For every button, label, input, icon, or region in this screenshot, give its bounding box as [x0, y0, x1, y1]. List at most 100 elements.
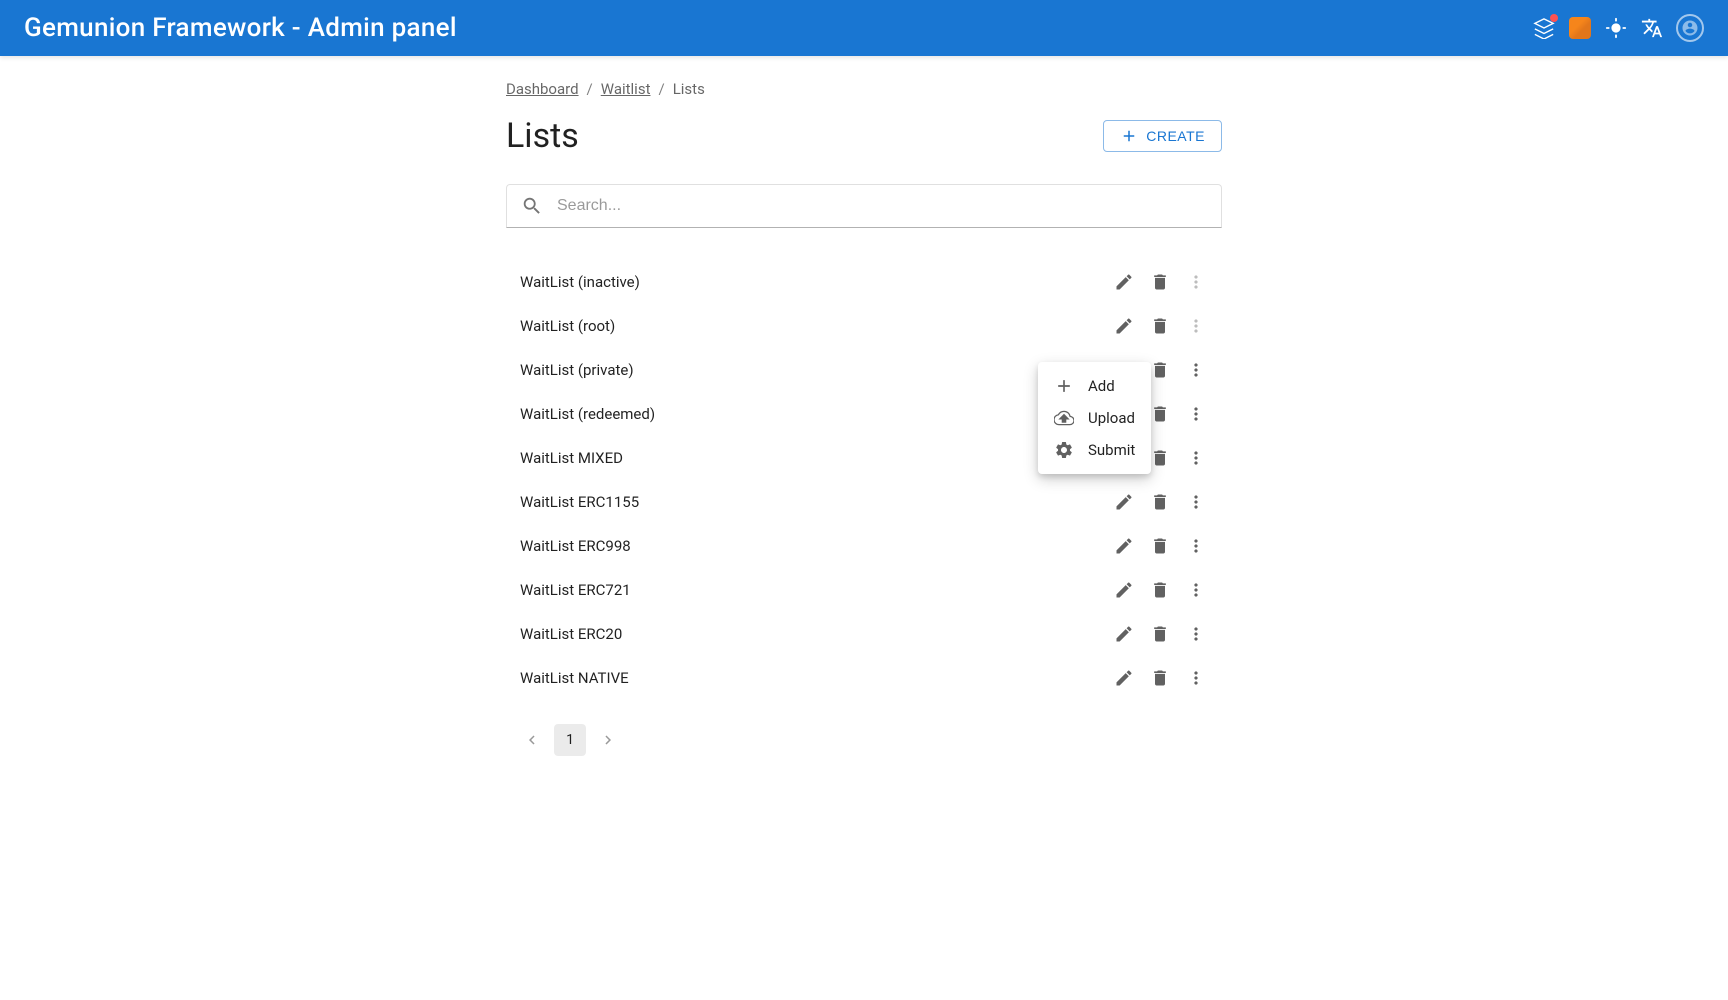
more-button — [1184, 270, 1208, 294]
pagination-next[interactable] — [592, 724, 624, 756]
pencil-icon — [1114, 668, 1134, 688]
breadcrumb-separator: / — [587, 80, 593, 98]
delete-button[interactable] — [1148, 666, 1172, 690]
language-icon[interactable] — [1640, 16, 1664, 40]
menu-item-upload[interactable]: Upload — [1038, 402, 1151, 434]
chevron-left-icon — [523, 731, 541, 749]
menu-item-label: Add — [1088, 377, 1115, 395]
gear-icon — [1054, 440, 1074, 460]
metamask-icon[interactable] — [1568, 16, 1592, 40]
notification-badge — [1550, 14, 1558, 22]
search-input[interactable] — [557, 197, 1207, 215]
edit-button[interactable] — [1112, 490, 1136, 514]
delete-button[interactable] — [1148, 534, 1172, 558]
trash-icon — [1150, 404, 1170, 424]
theme-toggle-icon[interactable] — [1604, 16, 1628, 40]
pagination-page-1[interactable]: 1 — [554, 724, 586, 756]
breadcrumb-current: Lists — [673, 80, 705, 98]
list-item-label: WaitList (root) — [520, 317, 615, 335]
edit-button[interactable] — [1112, 534, 1136, 558]
list-item: WaitList (inactive) — [506, 260, 1222, 304]
more-vert-icon — [1186, 536, 1206, 556]
pencil-icon — [1114, 316, 1134, 336]
trash-icon — [1150, 272, 1170, 292]
delete-button[interactable] — [1148, 402, 1172, 426]
more-vert-icon — [1186, 272, 1206, 292]
pencil-icon — [1114, 272, 1134, 292]
cloud-upload-icon — [1054, 408, 1074, 428]
more-button[interactable] — [1184, 666, 1208, 690]
delete-button[interactable] — [1148, 578, 1172, 602]
more-vert-icon — [1186, 624, 1206, 644]
app-title: Gemunion Framework - Admin panel — [24, 13, 457, 43]
row-actions — [1112, 314, 1208, 338]
list-item: WaitList ERC1155 — [506, 480, 1222, 524]
more-button[interactable] — [1184, 490, 1208, 514]
create-button-label: CREATE — [1146, 128, 1205, 144]
breadcrumb: Dashboard / Waitlist / Lists — [506, 80, 1222, 98]
waitlist-list: WaitList (inactive) WaitList (root) WaitLi… — [506, 260, 1222, 700]
row-actions — [1112, 622, 1208, 646]
delete-button[interactable] — [1148, 270, 1172, 294]
header-actions — [1532, 14, 1704, 42]
more-vert-icon — [1186, 316, 1206, 336]
more-button[interactable] — [1184, 578, 1208, 602]
more-button[interactable] — [1184, 534, 1208, 558]
list-item-label: WaitList ERC1155 — [520, 493, 639, 511]
breadcrumb-dashboard[interactable]: Dashboard — [506, 80, 579, 98]
search-icon — [521, 195, 543, 217]
list-item-label: WaitList MIXED — [520, 449, 623, 467]
list-item-label: WaitList (inactive) — [520, 273, 640, 291]
edit-button[interactable] — [1112, 578, 1136, 602]
more-vert-icon — [1186, 668, 1206, 688]
row-actions — [1112, 534, 1208, 558]
pagination-prev[interactable] — [516, 724, 548, 756]
list-item: WaitList ERC20 — [506, 612, 1222, 656]
pencil-icon — [1114, 536, 1134, 556]
search-field[interactable] — [506, 184, 1222, 228]
list-item-label: WaitList (redeemed) — [520, 405, 655, 423]
edit-button[interactable] — [1112, 314, 1136, 338]
trash-icon — [1150, 580, 1170, 600]
more-vert-icon — [1186, 492, 1206, 512]
edit-button[interactable] — [1112, 622, 1136, 646]
list-item-label: WaitList ERC721 — [520, 581, 631, 599]
create-button[interactable]: CREATE — [1103, 120, 1222, 152]
edit-button[interactable] — [1112, 270, 1136, 294]
list-item-label: WaitList ERC20 — [520, 625, 622, 643]
trash-icon — [1150, 624, 1170, 644]
delete-button[interactable] — [1148, 446, 1172, 470]
page-title: Lists — [506, 116, 579, 156]
delete-button[interactable] — [1148, 622, 1172, 646]
list-item-label: WaitList ERC998 — [520, 537, 631, 555]
list-item-label: WaitList NATIVE — [520, 669, 629, 687]
delete-button[interactable] — [1148, 314, 1172, 338]
breadcrumb-waitlist[interactable]: Waitlist — [601, 80, 651, 98]
delete-button[interactable] — [1148, 358, 1172, 382]
app-header: Gemunion Framework - Admin panel — [0, 0, 1728, 56]
plus-icon — [1054, 376, 1074, 396]
plus-icon — [1120, 127, 1138, 145]
trash-icon — [1150, 492, 1170, 512]
more-button[interactable] — [1184, 358, 1208, 382]
list-item: WaitList ERC998 — [506, 524, 1222, 568]
more-button[interactable] — [1184, 402, 1208, 426]
more-button[interactable] — [1184, 446, 1208, 470]
edit-button[interactable] — [1112, 666, 1136, 690]
pencil-icon — [1114, 580, 1134, 600]
list-item-label: WaitList (private) — [520, 361, 634, 379]
trash-icon — [1150, 536, 1170, 556]
more-button — [1184, 314, 1208, 338]
row-actions — [1112, 490, 1208, 514]
more-vert-icon — [1186, 448, 1206, 468]
pencil-icon — [1114, 624, 1134, 644]
list-item: WaitList (root) — [506, 304, 1222, 348]
menu-item-add[interactable]: Add — [1038, 370, 1151, 402]
network-icon[interactable] — [1532, 16, 1556, 40]
more-vert-icon — [1186, 360, 1206, 380]
chevron-right-icon — [599, 731, 617, 749]
delete-button[interactable] — [1148, 490, 1172, 514]
more-button[interactable] — [1184, 622, 1208, 646]
user-avatar[interactable] — [1676, 14, 1704, 42]
menu-item-submit[interactable]: Submit — [1038, 434, 1151, 466]
